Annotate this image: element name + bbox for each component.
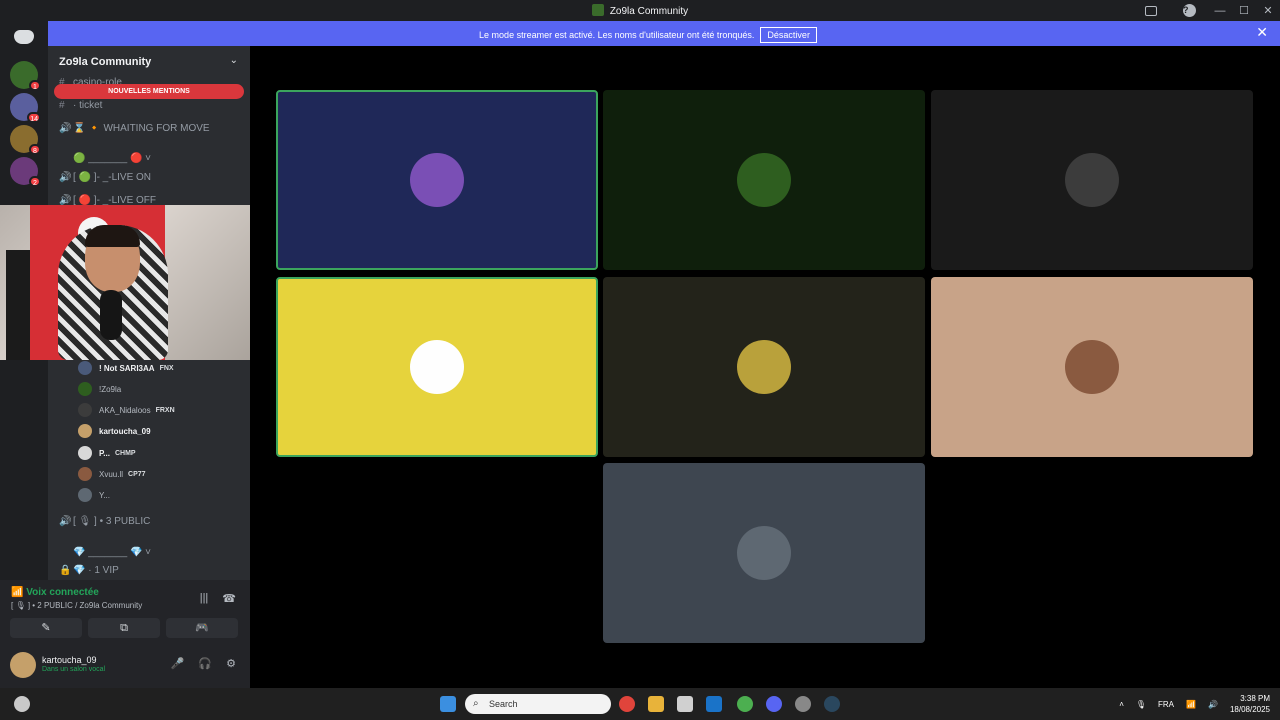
headphones-icon[interactable]: 🎧 xyxy=(198,657,212,670)
windows-start-icon[interactable] xyxy=(440,696,456,712)
inbox-icon[interactable] xyxy=(1145,5,1157,16)
chevron-down-icon[interactable]: ⌄ xyxy=(230,55,238,66)
steam-icon[interactable] xyxy=(824,696,840,712)
channel-1-vip[interactable]: 🔒 💎 · 1 VIP xyxy=(59,565,119,576)
minimize-button[interactable]: — xyxy=(1208,5,1232,17)
screen-share-button[interactable]: ⧉ xyxy=(88,618,160,638)
new-mentions-pill[interactable]: NOUVELLES MENTIONS xyxy=(54,84,244,99)
participant-tile[interactable] xyxy=(603,277,925,457)
chrome-icon[interactable] xyxy=(619,696,635,712)
server-icon xyxy=(591,4,604,16)
avatar xyxy=(410,340,464,394)
user-panel: kartoucha_09 Dans un salon vocal 🎤 🎧 ⚙ xyxy=(0,644,250,688)
participant-tile[interactable] xyxy=(931,277,1253,457)
mention-badge: 8 xyxy=(29,144,41,155)
voice-call-grid xyxy=(250,46,1280,688)
maximize-button[interactable]: ☐ xyxy=(1232,4,1256,17)
streamer-mode-banner: Le mode streamer est activé. Les noms d'… xyxy=(48,21,1280,46)
voice-member[interactable]: AKA_Nidaloos FRXN xyxy=(78,402,175,418)
participant-tile[interactable] xyxy=(603,90,925,270)
participant-tile[interactable] xyxy=(276,277,598,457)
server-icon-3[interactable]: 8 xyxy=(10,125,41,155)
window-titlebar: Zo9la Community ? — ☐ ✕ xyxy=(0,0,1280,21)
chevron-up-icon[interactable]: ˄ xyxy=(1119,700,1124,709)
activities-button[interactable]: 🎮 xyxy=(166,618,238,638)
wifi-icon[interactable]: 📶 xyxy=(1186,700,1196,709)
voice-member[interactable]: !Zo9la xyxy=(78,381,121,397)
voice-connection-panel: 📶 Voix connectée [ 🎙 ] • 2 PUBLIC / Zo9l… xyxy=(0,580,250,644)
username[interactable]: kartoucha_09 xyxy=(42,655,97,665)
banner-text: Le mode streamer est activé. Les noms d'… xyxy=(479,30,755,40)
language-indicator[interactable]: FRA xyxy=(1158,700,1174,709)
mic-tray-icon[interactable]: 🎙 xyxy=(1136,700,1146,709)
channel-waiting-for-move[interactable]: 🔊 ⌛ 🔸 WHAITING FOR MOVE xyxy=(59,123,210,134)
app-icon[interactable] xyxy=(795,696,811,712)
clock[interactable]: 3:38 PM 18/08/2025 xyxy=(1230,693,1270,715)
voice-member-self[interactable]: kartoucha_09 xyxy=(78,423,151,439)
voice-channel-path[interactable]: [ 🎙 ] • 2 PUBLIC / Zo9la Community xyxy=(11,601,142,610)
user-status: Dans un salon vocal xyxy=(42,666,106,673)
microphone-icon[interactable]: 🎤 xyxy=(171,657,185,670)
help-icon[interactable]: ? xyxy=(1183,4,1196,17)
widgets-icon[interactable] xyxy=(14,696,30,712)
avatar xyxy=(737,153,791,207)
channel-live-on[interactable]: 🔊[ 🟢 ]- _-LIVE ON xyxy=(59,172,151,183)
category-vip[interactable]: 💎 _______ 💎 ˅ xyxy=(59,547,151,558)
voice-connected-status[interactable]: 📶 Voix connectée xyxy=(11,587,99,598)
avatar xyxy=(410,153,464,207)
server-name[interactable]: Zo9la Community xyxy=(59,56,151,68)
voice-member[interactable]: Xvuu.ll CP77 xyxy=(78,466,146,482)
windows-taskbar: ⌕ Search ˄ 🎙 FRA 📶 🔊 3:38 PM 18/08/2025 xyxy=(0,688,1280,720)
channel-ticket[interactable]: # · ticket xyxy=(59,100,102,111)
avatar xyxy=(1065,340,1119,394)
category-live[interactable]: 🟢 _______ 🔴 ˅ xyxy=(59,153,151,164)
voice-member[interactable]: P... CHMP xyxy=(78,445,136,461)
disable-streamer-mode-button[interactable]: Désactiver xyxy=(760,27,817,43)
camera-off-button[interactable]: ✎ xyxy=(10,618,82,638)
mention-badge: 2 xyxy=(29,176,41,187)
discord-taskbar-icon[interactable] xyxy=(766,696,782,712)
channel-3-public[interactable]: 🔊[ 🎙 ] • 3 PUBLIC xyxy=(59,516,150,527)
participant-tile[interactable] xyxy=(931,90,1253,270)
avatar xyxy=(1065,153,1119,207)
gear-icon[interactable]: ⚙ xyxy=(226,657,236,670)
window-controls: ? — ☐ ✕ xyxy=(1131,0,1280,21)
store-icon[interactable] xyxy=(677,696,693,712)
voice-member[interactable]: Y... xyxy=(78,487,110,503)
noise-suppression-icon[interactable]: ||| xyxy=(200,592,209,605)
server-icon-2[interactable]: 14 xyxy=(10,93,41,123)
volume-icon[interactable]: 🔊 xyxy=(1208,700,1218,709)
disconnect-icon[interactable]: ☎ xyxy=(222,592,236,605)
window-title: Zo9la Community xyxy=(0,4,1280,17)
chrome-profile-icon[interactable] xyxy=(737,696,753,712)
avatar xyxy=(737,526,791,580)
mention-badge: 1 xyxy=(29,80,41,91)
participant-tile[interactable] xyxy=(276,90,598,270)
search-icon: ⌕ xyxy=(473,698,479,709)
streamer-webcam-overlay xyxy=(0,205,276,360)
mention-badge: 14 xyxy=(27,112,41,123)
window-title-text: Zo9la Community xyxy=(609,6,689,17)
discord-home-icon[interactable] xyxy=(14,30,34,44)
participant-tile[interactable] xyxy=(603,463,925,643)
close-window-button[interactable]: ✕ xyxy=(1256,4,1280,17)
server-icon-4[interactable]: 2 xyxy=(10,157,41,187)
outlook-icon[interactable] xyxy=(706,696,722,712)
avatar xyxy=(737,340,791,394)
banner-close-icon[interactable]: ✕ xyxy=(1256,24,1268,41)
taskbar-search[interactable]: ⌕ Search xyxy=(465,694,611,714)
server-icon-1[interactable]: 1 xyxy=(10,61,41,91)
avatar[interactable] xyxy=(10,652,36,678)
file-explorer-icon[interactable] xyxy=(648,696,664,712)
voice-member[interactable]: ! Not SARI3AA FNX xyxy=(78,360,174,376)
